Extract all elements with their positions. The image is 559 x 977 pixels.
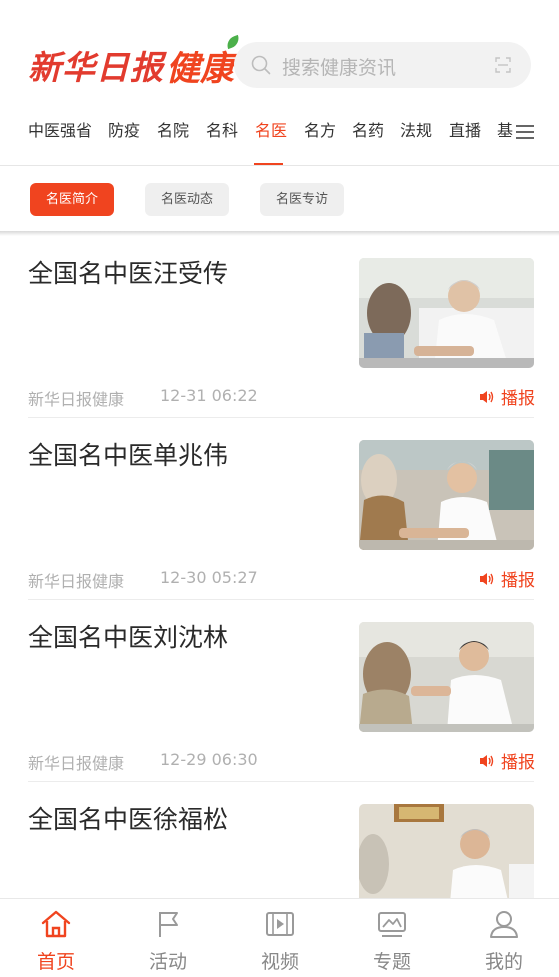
leaf-icon bbox=[224, 34, 242, 49]
news-item[interactable]: 全国名中医单兆伟 新华日报健康 12-30 05:27 播报 bbox=[0, 418, 559, 600]
brand-logo[interactable]: 新华日报 健康 bbox=[28, 34, 242, 90]
speaker-icon bbox=[480, 754, 494, 767]
nav-activity[interactable]: 活动 bbox=[112, 899, 224, 977]
tab-fagui[interactable]: 法规 bbox=[400, 122, 432, 164]
tab-mingke[interactable]: 名科 bbox=[206, 122, 238, 164]
news-title[interactable]: 全国名中医刘沈林 bbox=[28, 618, 228, 654]
nav-home[interactable]: 首页 bbox=[0, 899, 112, 977]
search-input[interactable]: 搜索健康资讯 bbox=[282, 53, 396, 80]
sub-tabs: 名医简介 名医动态 名医专访 bbox=[0, 167, 559, 233]
tab-fangyi[interactable]: 防疫 bbox=[108, 122, 140, 164]
user-icon bbox=[490, 911, 518, 938]
speaker-icon bbox=[480, 572, 494, 585]
chip-mingyi-zhuanfang[interactable]: 名医专访 bbox=[260, 183, 344, 216]
video-icon bbox=[266, 912, 294, 936]
search-bar[interactable]: 搜索健康资讯 bbox=[234, 42, 531, 88]
nav-home-label: 首页 bbox=[36, 951, 75, 973]
broadcast-button[interactable]: 播报 bbox=[479, 748, 535, 773]
search-icon bbox=[251, 55, 271, 75]
speaker-icon bbox=[480, 390, 494, 403]
app-header: 新华日报 健康 搜索健康资讯 bbox=[0, 0, 559, 110]
news-source: 新华日报健康 bbox=[28, 754, 125, 773]
scan-icon[interactable] bbox=[495, 57, 511, 73]
nav-topic-label: 专题 bbox=[372, 951, 411, 973]
tab-zhongyiqiangsheng[interactable]: 中医强省 bbox=[28, 122, 92, 164]
news-thumbnail[interactable] bbox=[359, 258, 534, 368]
tab-mingyao[interactable]: 名药 bbox=[352, 122, 384, 164]
news-time: 12-31 06:22 bbox=[160, 386, 258, 405]
category-tabs: 中医强省 防疫 名院 名科 名医 名方 名药 法规 直播 基 bbox=[0, 110, 559, 166]
tab-mingyi[interactable]: 名医 bbox=[255, 122, 287, 164]
nav-mine-label: 我的 bbox=[484, 951, 523, 973]
broadcast-button[interactable]: 播报 bbox=[479, 566, 535, 591]
chip-mingyi-dongtai[interactable]: 名医动态 bbox=[145, 183, 229, 216]
nav-video-label: 视频 bbox=[260, 951, 299, 973]
news-thumbnail[interactable] bbox=[359, 622, 534, 732]
home-icon bbox=[41, 910, 71, 938]
news-source: 新华日报健康 bbox=[28, 572, 125, 591]
broadcast-label: 播报 bbox=[501, 571, 535, 591]
chip-mingyi-jianjie[interactable]: 名医简介 bbox=[30, 183, 114, 216]
flag-icon bbox=[159, 912, 178, 937]
news-title[interactable]: 全国名中医汪受传 bbox=[28, 254, 228, 290]
nav-topic[interactable]: 专题 bbox=[336, 899, 448, 977]
active-tab-indicator bbox=[254, 163, 283, 165]
tab-zhibo[interactable]: 直播 bbox=[449, 122, 481, 164]
bottom-navigation: 首页 活动 视频 专题 我的 bbox=[0, 898, 559, 977]
broadcast-label: 播报 bbox=[501, 389, 535, 409]
logo-health-text: 健康 bbox=[166, 34, 242, 90]
news-item[interactable]: 全国名中医刘沈林 新华日报健康 12-29 06:30 播报 bbox=[0, 600, 559, 782]
topic-icon bbox=[378, 912, 406, 937]
news-title[interactable]: 全国名中医单兆伟 bbox=[28, 436, 228, 472]
news-item[interactable]: 全国名中医汪受传 新华日报健康 12-31 06:22 播报 bbox=[0, 236, 559, 418]
menu-icon[interactable] bbox=[516, 124, 534, 140]
news-time: 12-30 05:27 bbox=[160, 568, 258, 587]
broadcast-label: 播报 bbox=[501, 753, 535, 773]
news-time: 12-29 06:30 bbox=[160, 750, 258, 769]
logo-brand-text: 新华日报 bbox=[28, 48, 164, 87]
news-title[interactable]: 全国名中医徐福松 bbox=[28, 800, 228, 836]
nav-activity-label: 活动 bbox=[148, 951, 187, 973]
tab-mingfang[interactable]: 名方 bbox=[304, 122, 336, 164]
tab-ji[interactable]: 基 bbox=[497, 122, 513, 164]
nav-video[interactable]: 视频 bbox=[224, 899, 336, 977]
news-thumbnail[interactable] bbox=[359, 440, 534, 550]
nav-mine[interactable]: 我的 bbox=[448, 899, 559, 977]
news-source: 新华日报健康 bbox=[28, 390, 125, 409]
tab-mingyuan[interactable]: 名院 bbox=[157, 122, 189, 164]
broadcast-button[interactable]: 播报 bbox=[479, 384, 535, 409]
